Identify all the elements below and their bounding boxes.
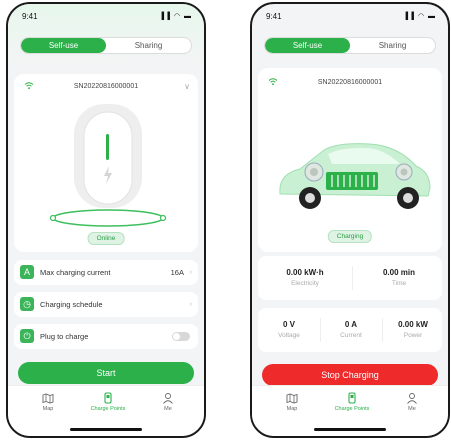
power-stat: 0.00 kW Power — [382, 320, 444, 339]
current-icon: A — [20, 265, 34, 279]
tab-charge-points[interactable]: Charge Points — [322, 392, 382, 412]
plug-icon: ⏻ — [20, 329, 34, 343]
status-icons: ▐▐ ◠ ▬ — [403, 13, 436, 20]
status-icons: ▐▐ ◠ ▬ — [159, 13, 192, 20]
person-icon — [407, 393, 417, 404]
time-stat: 0.00 min Time — [352, 268, 446, 287]
device-header[interactable]: SN20220816000001 — [258, 76, 442, 90]
electricity-label: Electricity — [291, 280, 319, 287]
tab-me[interactable]: Me — [382, 392, 442, 412]
mode-segmented-control: Self-use Sharing — [20, 37, 192, 54]
stop-charging-button[interactable]: Stop Charging — [262, 364, 438, 386]
map-icon — [42, 393, 54, 404]
wifi-icon — [24, 80, 34, 94]
status-bar: 9:41 ▐▐ ◠ ▬ — [22, 12, 192, 22]
tab-self-use[interactable]: Self-use — [265, 38, 350, 53]
status-time: 9:41 — [266, 12, 282, 21]
status-bar: 9:41 ▐▐ ◠ ▬ — [266, 12, 436, 22]
tab-sharing[interactable]: Sharing — [350, 38, 435, 53]
tab-me[interactable]: Me — [138, 392, 198, 412]
tab-sharing[interactable]: Sharing — [106, 38, 191, 53]
home-indicator — [70, 428, 142, 431]
charger-icon — [104, 392, 112, 404]
current-label: Current — [340, 332, 362, 339]
electricity-stat: 0.00 kW·h Electricity — [258, 268, 352, 287]
voltage-label: Voltage — [278, 332, 300, 339]
wallbox-charger-image — [49, 104, 167, 227]
current-value: 0 A — [344, 320, 358, 329]
chevron-right-icon: › — [189, 269, 192, 276]
max-current-value: 16A — [170, 268, 184, 277]
charging-schedule-label: Charging schedule — [40, 300, 103, 309]
time-value: 0.00 min — [382, 268, 415, 277]
tab-charge-points[interactable]: Charge Points — [78, 392, 138, 412]
tab-me-label: Me — [164, 406, 172, 412]
electric-car-image — [279, 143, 431, 209]
device-card: SN20220816000001 ∨ Online — [14, 74, 198, 252]
max-current-row[interactable]: A Max charging current 16A › — [14, 260, 198, 285]
chevron-right-icon: › — [189, 301, 192, 308]
power-value: 0.00 kW — [398, 320, 428, 329]
plug-to-charge-label: Plug to charge — [40, 332, 89, 341]
chevron-down-icon[interactable]: ∨ — [184, 80, 190, 94]
bottom-tab-bar: Map Charge Points Me — [8, 385, 204, 436]
person-icon — [163, 393, 173, 404]
phone-device-charging: 9:41 ▐▐ ◠ ▬ Self-use Sharing SN202208160… — [250, 2, 450, 438]
bottom-tab-bar: Map Charge Points Me — [252, 385, 448, 436]
tab-map-label: Map — [286, 406, 298, 412]
time-label: Time — [391, 280, 407, 287]
tab-charge-points-label: Charge Points — [90, 406, 126, 412]
tab-charge-points-label: Charge Points — [334, 406, 370, 412]
mode-segmented-control: Self-use Sharing — [264, 37, 436, 54]
tab-map[interactable]: Map — [18, 392, 78, 412]
wifi-icon — [268, 76, 278, 90]
max-current-label: Max charging current — [40, 268, 111, 277]
tab-self-use[interactable]: Self-use — [21, 38, 106, 53]
status-badge: Charging — [327, 230, 373, 243]
tab-map[interactable]: Map — [262, 392, 322, 412]
device-card: SN20220816000001 Charging — [258, 68, 442, 252]
voltage-value: 0 V — [282, 320, 295, 329]
start-button[interactable]: Start — [18, 362, 194, 384]
current-stat: 0 A Current — [320, 320, 382, 339]
home-indicator — [314, 428, 386, 431]
plug-to-charge-toggle[interactable] — [172, 332, 190, 341]
plug-to-charge-row: ⏻ Plug to charge — [14, 324, 198, 349]
status-time: 9:41 — [22, 12, 38, 21]
device-header[interactable]: SN20220816000001 ∨ — [14, 80, 198, 94]
voltage-stat: 0 V Voltage — [258, 320, 320, 339]
power-label: Power — [403, 332, 423, 339]
map-icon — [286, 393, 298, 404]
device-serial: SN20220816000001 — [73, 83, 139, 90]
charging-schedule-row[interactable]: ◷ Charging schedule › — [14, 292, 198, 317]
tab-map-label: Map — [42, 406, 54, 412]
charger-icon — [348, 392, 356, 404]
device-serial: SN20220816000001 — [317, 79, 383, 86]
electrical-stats-panel: 0 V Voltage 0 A Current 0.00 kW Power — [258, 308, 442, 352]
status-badge: Online — [87, 232, 125, 245]
energy-stats-panel: 0.00 kW·h Electricity 0.00 min Time — [258, 256, 442, 300]
phone-device-idle: 9:41 ▐▐ ◠ ▬ Self-use Sharing SN202208160… — [6, 2, 206, 438]
electricity-value: 0.00 kW·h — [286, 268, 324, 277]
tab-me-label: Me — [408, 406, 416, 412]
clock-icon: ◷ — [20, 297, 34, 311]
